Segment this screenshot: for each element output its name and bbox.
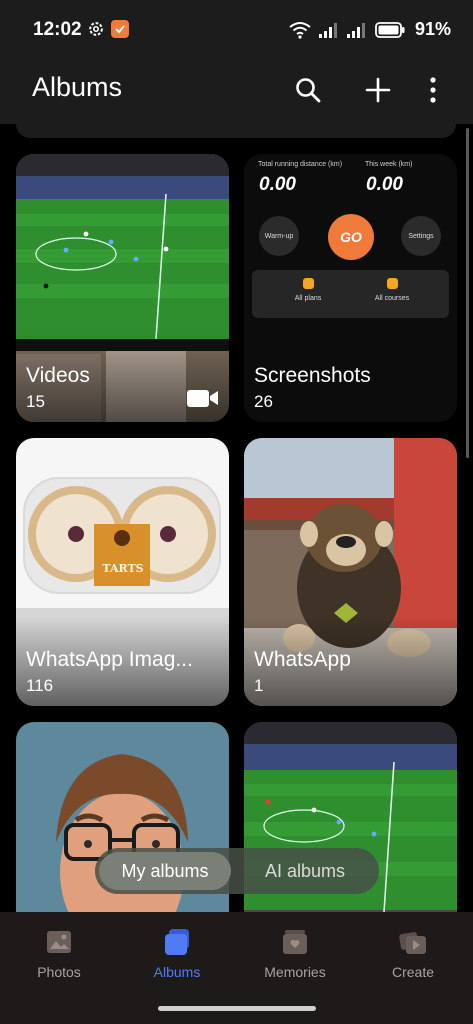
tarts-label: TARTS [102,562,144,575]
album-count: 26 [254,392,273,411]
status-icons: 91% [289,19,451,40]
total-distance-value: 0.00 [259,174,296,195]
all-courses-label: All courses [374,295,410,302]
warmup-circle: Warm-up [259,216,299,256]
album-card-screenshots[interactable]: Total running distance (km) 0.00 This we… [244,154,457,422]
plans-panel: All plans All courses [252,270,449,318]
nav-create[interactable]: Create [363,928,463,980]
wifi-icon [289,21,311,39]
scrollbar[interactable] [466,128,469,458]
album-count: 116 [26,676,54,695]
battery-percent: 91% [414,19,451,39]
all-plans-item: All plans [268,278,348,302]
battery-icon [375,21,405,38]
album-card-videos[interactable]: Videos 15 [16,154,229,422]
status-bar: 12:02 91% [0,0,473,60]
album-card-whatsapp[interactable]: WhatsApp 1 [244,438,457,706]
nav-photos[interactable]: Photos [9,928,109,980]
nav-photos-label: Photos [37,964,81,980]
signal-icon [346,22,365,38]
albums-icon [165,929,189,955]
tab-my-albums[interactable]: My albums [99,852,231,890]
courses-icon [386,278,398,289]
tab-ai-albums[interactable]: AI albums [235,852,375,890]
week-distance-value: 0.00 [366,174,403,195]
home-indicator[interactable] [158,1006,316,1011]
more-vertical-icon [430,77,436,103]
previous-row-edge [16,124,456,138]
video-camera-icon [187,390,218,407]
album-name: WhatsApp Imag... [26,648,193,671]
photo-icon [47,931,71,953]
album-name: Screenshots [254,364,371,387]
gear-icon [89,22,103,36]
album-name: Videos [26,364,90,387]
memories-icon [283,930,307,954]
plans-icon [302,278,314,289]
nav-create-label: Create [391,964,435,980]
search-icon [296,78,321,103]
nav-albums-label: Albums [153,964,201,980]
all-courses-item: All courses [352,278,432,302]
total-distance-label: Total running distance (km) [258,161,343,168]
album-type-switch: My albums AI albums [95,848,379,894]
nav-albums[interactable]: Albums [127,928,227,980]
all-plans-label: All plans [294,295,322,302]
nav-memories-label: Memories [264,964,326,980]
page-title: Albums [32,72,123,102]
search-button[interactable] [288,70,328,110]
app-header: Albums [0,60,473,124]
go-circle: GO [328,214,374,260]
shield-app-icon [111,20,129,38]
settings-circle: Settings [401,216,441,256]
album-card-whatsapp-images[interactable]: TARTS WhatsApp Imag... 116 [16,438,229,706]
album-count: 1 [254,676,264,695]
week-distance-label: This week (km) [365,161,413,168]
signal-icon [318,22,337,38]
nav-memories[interactable]: Memories [245,928,345,980]
plus-icon [365,77,391,103]
more-options-button[interactable] [413,70,453,110]
album-count: 15 [26,392,45,411]
status-time: 12:02 [33,19,82,40]
add-album-button[interactable] [358,70,398,110]
create-icon [399,932,426,954]
album-name: WhatsApp [254,648,351,671]
